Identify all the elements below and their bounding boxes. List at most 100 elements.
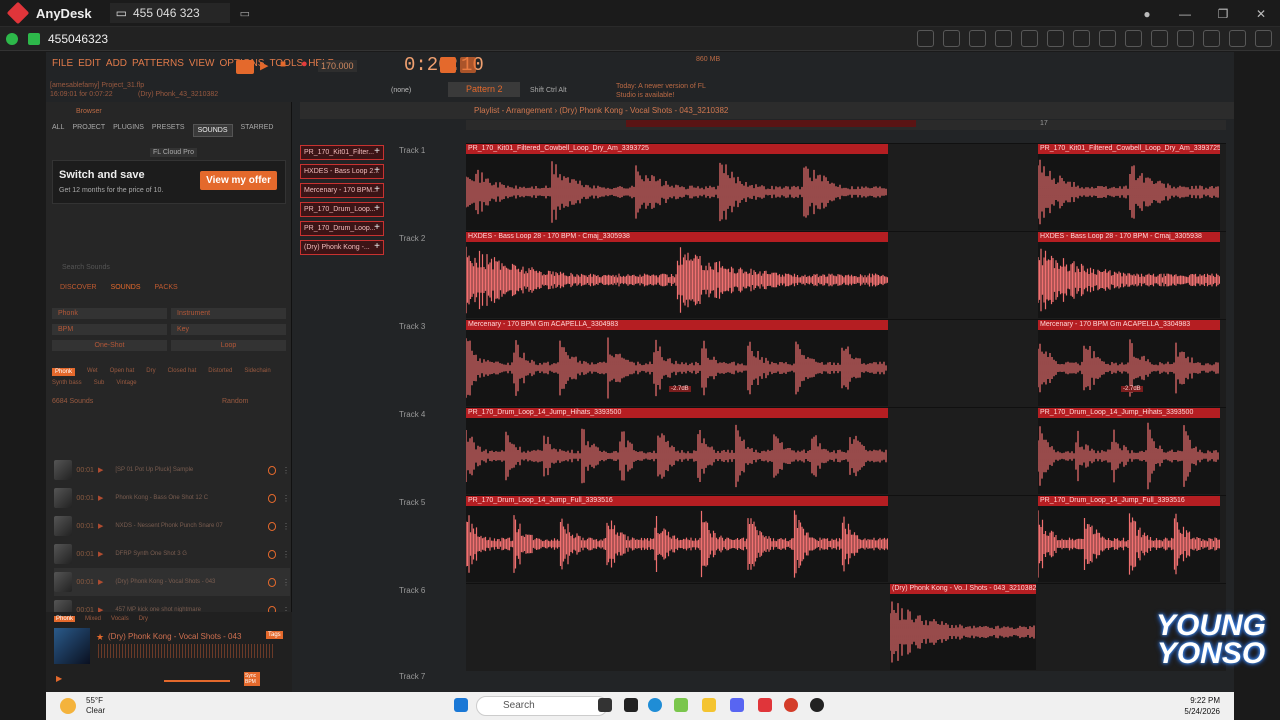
taskbar-search[interactable]: Search bbox=[476, 696, 608, 716]
audio-clip[interactable]: HXDES - Bass Loop 28 - 170 BPM - Cmaj_33… bbox=[466, 232, 888, 318]
audio-clip[interactable]: Mercenary - 170 BPM Gm ACAPELLA_3304983 -… bbox=[1038, 320, 1220, 406]
audio-clip[interactable]: (Dry) Phonk Kong - Vo..l Shots - 043_321… bbox=[890, 584, 1036, 670]
close-button[interactable]: ✕ bbox=[1242, 7, 1280, 21]
audio-clip[interactable]: PR_170_Drum_Loop_14_Jump_Hihats_3393500 bbox=[466, 408, 888, 494]
audio-clip[interactable]: PR_170_Drum_Loop_14_Jump_Full_3393516 bbox=[466, 496, 888, 582]
menu-add[interactable]: ADD bbox=[106, 58, 127, 69]
snap-select[interactable]: (none) bbox=[391, 87, 411, 94]
pattern-mode-icon[interactable] bbox=[440, 57, 456, 73]
more-icon[interactable]: ⋮ bbox=[282, 466, 290, 475]
track-lane[interactable]: (Dry) Phonk Kong - Vo..l Shots - 043_321… bbox=[466, 583, 1226, 671]
search-input[interactable]: Search Sounds bbox=[62, 264, 110, 271]
channel-button[interactable]: PR_170_Kit01_Filter... bbox=[300, 145, 384, 160]
file-icon[interactable] bbox=[1021, 30, 1038, 47]
menu-file[interactable]: FILE bbox=[52, 58, 73, 69]
menu-edit[interactable]: EDIT bbox=[78, 58, 101, 69]
sound-row[interactable]: 00:01 ▶ DFRP Synth One Shot 3 G ⋮ bbox=[54, 540, 290, 568]
terminal-icon[interactable] bbox=[624, 698, 638, 712]
tab-starred[interactable]: STARRED bbox=[241, 124, 274, 137]
actions-icon[interactable] bbox=[1125, 30, 1142, 47]
play-icon[interactable]: ▶ bbox=[56, 674, 62, 683]
tag-distorted[interactable]: Distorted bbox=[208, 368, 232, 376]
more-icon[interactable]: ⋮ bbox=[282, 494, 290, 503]
song-mode-button[interactable] bbox=[236, 60, 254, 74]
sound-row[interactable]: 00:01 ▶ NXDS - Nessent Phonk Punch Snare 0… bbox=[54, 512, 290, 540]
track-label[interactable]: Track 5 bbox=[399, 498, 425, 507]
start-icon[interactable] bbox=[454, 698, 468, 712]
track-lane[interactable]: HXDES - Bass Loop 28 - 170 BPM - Cmaj_33… bbox=[466, 231, 1226, 319]
record-button[interactable]: ● bbox=[301, 58, 308, 70]
audio-clip[interactable]: Mercenary - 170 BPM Gm ACAPELLA_3304983 -… bbox=[466, 320, 888, 406]
timeline-ruler[interactable]: 9 17 bbox=[466, 120, 1226, 130]
clip-header[interactable]: Mercenary - 170 BPM Gm ACAPELLA_3304983 bbox=[466, 320, 888, 330]
chat-icon[interactable] bbox=[1099, 30, 1116, 47]
metronome-icon[interactable] bbox=[460, 57, 476, 73]
filter-bpm[interactable]: BPM bbox=[52, 324, 167, 335]
system-clock[interactable]: 9:22 PM 5/24/2026 bbox=[1184, 695, 1220, 717]
tempo-display[interactable]: 170.000 bbox=[318, 60, 357, 72]
clip-header[interactable]: (Dry) Phonk Kong - Vo..l Shots - 043_321… bbox=[890, 584, 1036, 594]
channel-button[interactable]: PR_170_Drum_Loop... bbox=[300, 202, 384, 217]
pen-icon[interactable] bbox=[1229, 30, 1246, 47]
session-tab[interactable]: ▭ 455 046 323 bbox=[109, 3, 230, 23]
clip-header[interactable]: PR_170_Drum_Loop_14_Jump_Full_3393516 bbox=[1038, 496, 1220, 506]
view-offer-button[interactable]: View my offer bbox=[200, 171, 277, 190]
track-label[interactable]: Track 1 bbox=[399, 146, 425, 155]
play-icon[interactable]: ▶ bbox=[98, 550, 103, 558]
folder-icon[interactable] bbox=[702, 698, 716, 712]
menu-icon[interactable] bbox=[1255, 30, 1272, 47]
audio-clip[interactable]: PR_170_Kit01_Filtered_Cowbell_Loop_Dry_A… bbox=[1038, 144, 1220, 230]
update-notice[interactable]: Today: A newer version of FL Studio is a… bbox=[616, 82, 716, 100]
anydesk-taskbar-icon[interactable] bbox=[758, 698, 772, 712]
weather-icon[interactable] bbox=[60, 698, 76, 714]
play-button[interactable]: ▶ bbox=[260, 59, 268, 72]
add-icon[interactable] bbox=[267, 465, 276, 475]
add-icon[interactable] bbox=[267, 549, 276, 559]
weather-widget[interactable]: 55°F Clear bbox=[86, 696, 105, 716]
preview-tag[interactable]: Mixed bbox=[85, 616, 101, 622]
more-icon[interactable]: ⋮ bbox=[282, 578, 290, 587]
play-icon[interactable]: ▶ bbox=[98, 522, 103, 530]
account-icon[interactable]: ● bbox=[1128, 7, 1166, 21]
puzzle-icon[interactable] bbox=[1177, 30, 1194, 47]
shield-icon[interactable] bbox=[28, 32, 40, 45]
menu-patterns[interactable]: PATTERNS bbox=[132, 58, 184, 69]
menu-tools[interactable]: TOOLS bbox=[269, 58, 303, 69]
clip-header[interactable]: PR_170_Drum_Loop_14_Jump_Hihats_3393500 bbox=[1038, 408, 1220, 418]
preview-tag[interactable]: Vocals bbox=[111, 616, 129, 622]
sound-row[interactable]: 00:01 ▶ (Dry) Phonk Kong - Vocal Shots - 0… bbox=[54, 568, 290, 596]
track-lane[interactable]: Mercenary - 170 BPM Gm ACAPELLA_3304983 -… bbox=[466, 319, 1226, 407]
audio-clip[interactable]: PR_170_Kit01_Filtered_Cowbell_Loop_Dry_A… bbox=[466, 144, 888, 230]
stop-button[interactable]: ■ bbox=[280, 59, 286, 70]
channel-button[interactable]: (Dry) Phonk Kong -... bbox=[300, 240, 384, 255]
track-label[interactable]: Track 2 bbox=[399, 234, 425, 243]
audio-clip[interactable]: PR_170_Drum_Loop_14_Jump_Hihats_3393500 bbox=[1038, 408, 1220, 494]
tag-synth-bass[interactable]: Synth bass bbox=[52, 380, 82, 386]
loop-region[interactable] bbox=[626, 120, 916, 127]
task-view-icon[interactable] bbox=[598, 698, 612, 712]
tab-presets[interactable]: PRESETS bbox=[152, 124, 185, 137]
clip-header[interactable]: HXDES - Bass Loop 28 - 170 BPM - Cmaj_33… bbox=[1038, 232, 1220, 242]
pattern-selector[interactable]: Pattern 2 bbox=[448, 82, 520, 97]
chrome-icon[interactable] bbox=[784, 698, 798, 712]
cloud-badge[interactable]: FL Cloud Pro bbox=[150, 148, 197, 157]
tab-packs[interactable]: PACKS bbox=[155, 284, 178, 291]
play-icon[interactable]: ▶ bbox=[98, 466, 103, 474]
track-lane[interactable]: PR_170_Drum_Loop_14_Jump_Hihats_3393500 P… bbox=[466, 407, 1226, 495]
sound-row[interactable]: 00:01 ▶ Phonk Kong - Bass One Shot 12 C ⋮ bbox=[54, 484, 290, 512]
privacy-icon[interactable] bbox=[917, 30, 934, 47]
track-lane[interactable]: PR_170_Kit01_Filtered_Cowbell_Loop_Dry_A… bbox=[466, 143, 1226, 231]
tag-dry[interactable]: Dry bbox=[146, 368, 155, 376]
tags-button[interactable]: Tags bbox=[266, 631, 283, 639]
record-icon[interactable] bbox=[1203, 30, 1220, 47]
channel-button[interactable]: HXDES - Bass Loop 2... bbox=[300, 164, 384, 179]
sync-bpm-button[interactable]: Sync BPM bbox=[244, 672, 260, 686]
channel-button[interactable]: PR_170_Drum_Loop... bbox=[300, 221, 384, 236]
more-icon[interactable]: ⋮ bbox=[282, 522, 290, 531]
database-icon[interactable] bbox=[969, 30, 986, 47]
tab-discover[interactable]: DISCOVER bbox=[60, 284, 97, 291]
tag-vintage[interactable]: Vintage bbox=[116, 380, 136, 386]
track-label[interactable]: Track 4 bbox=[399, 410, 425, 419]
minimize-button[interactable]: — bbox=[1166, 7, 1204, 21]
tab-plugins[interactable]: PLUGINS bbox=[113, 124, 144, 137]
